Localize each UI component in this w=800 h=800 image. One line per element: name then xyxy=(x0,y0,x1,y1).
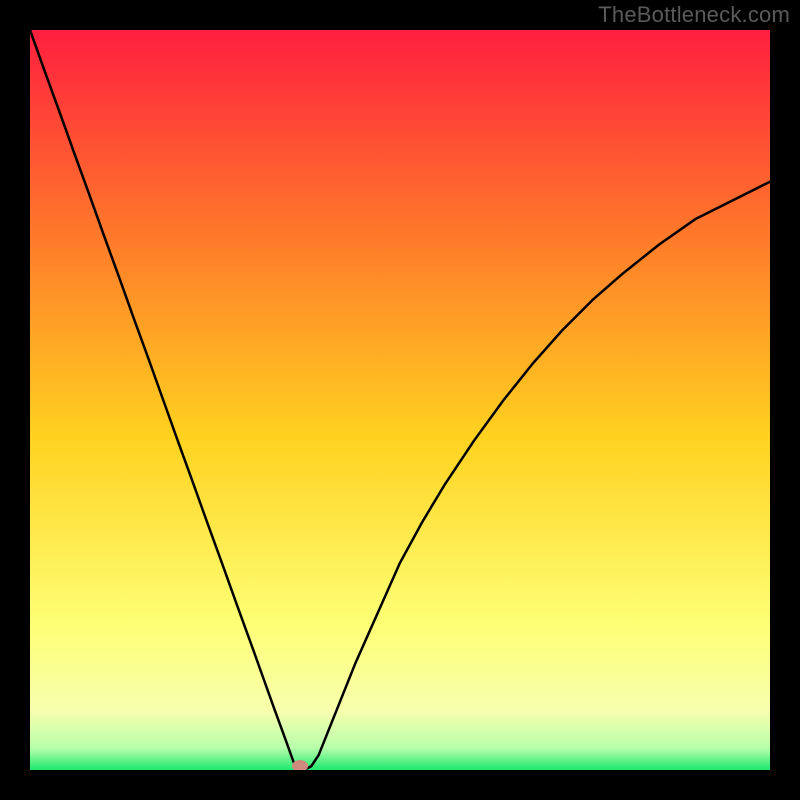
bottleneck-curve xyxy=(30,30,770,770)
curve-layer xyxy=(30,30,770,770)
watermark-text: TheBottleneck.com xyxy=(598,2,790,28)
plot-area xyxy=(30,30,770,770)
chart-frame: TheBottleneck.com xyxy=(0,0,800,800)
optimal-marker-icon xyxy=(292,760,308,770)
